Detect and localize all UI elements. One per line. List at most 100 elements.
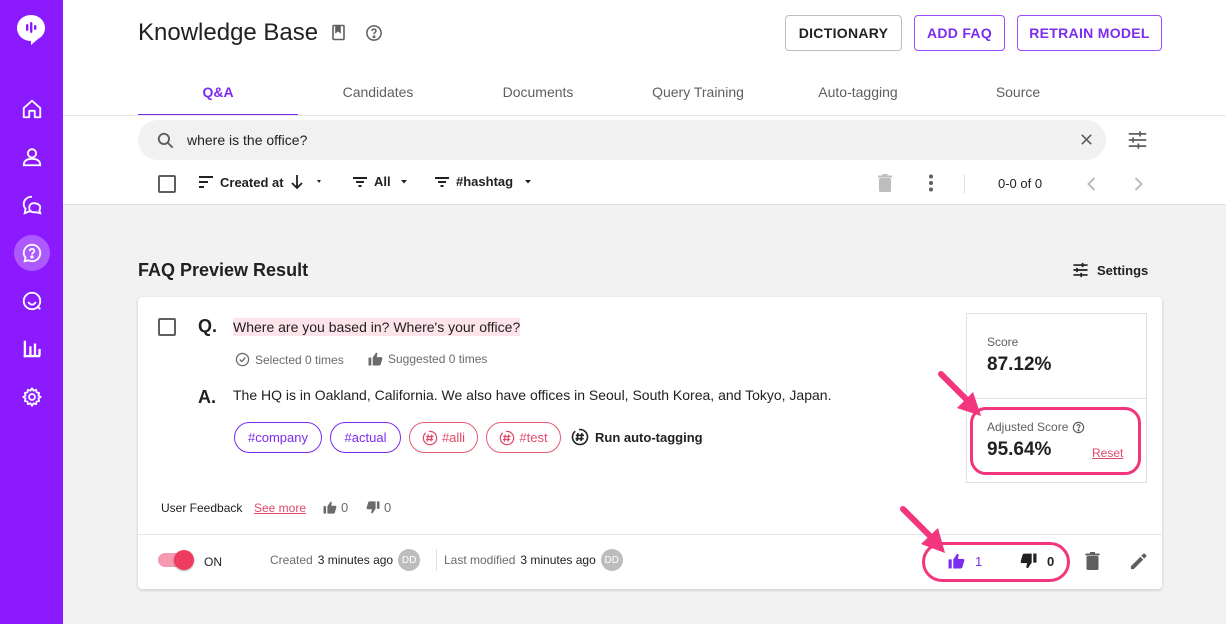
question-text[interactable]: Where are you based in? Where's your off… <box>233 318 521 336</box>
search-input[interactable]: where is the office? <box>187 132 307 148</box>
feedback-down-count: 0 <box>366 500 391 515</box>
annotation-arrow-score <box>938 371 981 416</box>
vote-up-count: 1 <box>975 553 983 569</box>
user-icon[interactable] <box>0 137 63 177</box>
thumb-down-icon <box>1020 553 1037 569</box>
avatar: DD <box>600 549 623 571</box>
filter-label: All <box>374 174 391 189</box>
modified-prefix: Last modified <box>444 553 516 567</box>
filter-icon <box>435 176 449 187</box>
active-toggle[interactable] <box>158 550 194 570</box>
sort-dropdown[interactable]: Created at <box>198 174 328 190</box>
faq-icon[interactable] <box>0 233 63 273</box>
filter-icon <box>353 176 367 187</box>
see-more-link[interactable]: See more <box>254 501 306 515</box>
question-label: Q. <box>198 316 218 336</box>
faq-checkbox[interactable] <box>158 318 176 336</box>
user-feedback-label: User Feedback <box>161 501 243 515</box>
score-label: Score <box>987 335 1019 349</box>
close-icon[interactable] <box>1079 132 1094 152</box>
answer-text[interactable]: The HQ is in Oakland, California. We als… <box>233 387 831 403</box>
selected-label: Selected 0 times <box>255 352 344 367</box>
tag-label: #alli <box>441 430 466 445</box>
vote-down-button[interactable]: 0 <box>1020 553 1054 569</box>
tune-icon[interactable] <box>1127 130 1148 155</box>
card-divider <box>138 534 1162 535</box>
settings-label: Settings <box>1097 262 1149 278</box>
thumb-down-icon <box>366 501 380 514</box>
caret-down-icon <box>400 179 407 183</box>
more-vert-icon[interactable] <box>929 174 933 197</box>
tab-auto-tagging[interactable]: Auto-tagging <box>778 72 938 116</box>
run-auto-tagging-label: Run auto-tagging <box>595 429 703 445</box>
feedback-up-value: 0 <box>341 500 349 515</box>
sidebar <box>0 0 63 624</box>
sort-label: Created at <box>220 174 284 190</box>
auto-tag-icon <box>422 430 438 445</box>
filter-dropdown[interactable]: All <box>352 174 411 189</box>
created-info: Created 3 minutes ago DD <box>270 549 421 571</box>
trash-icon[interactable] <box>1085 552 1100 576</box>
thumb-up-icon <box>323 501 337 514</box>
faq-card: Q. Where are you based in? Where's your … <box>138 297 1162 589</box>
modified-time: 3 minutes ago <box>520 553 596 567</box>
add-faq-button[interactable]: ADD FAQ <box>914 15 1005 51</box>
tab-candidates[interactable]: Candidates <box>298 72 458 116</box>
retrain-model-button[interactable]: RETRAIN MODEL <box>1017 15 1162 51</box>
suggested-label: Suggested 0 times <box>388 352 488 366</box>
tab-source[interactable]: Source <box>938 72 1098 116</box>
toolbar-divider <box>964 174 965 194</box>
tab-divider <box>63 115 1226 116</box>
tag-label: #company <box>248 430 308 445</box>
page-title: Knowledge Base <box>138 19 319 46</box>
tag-actual[interactable]: #actual <box>330 422 401 453</box>
hashtag-label: #hashtag <box>456 174 514 189</box>
section-title: FAQ Preview Result <box>138 260 309 280</box>
toggle-knob <box>174 550 194 570</box>
app-logo[interactable] <box>16 14 46 46</box>
chevron-right-icon[interactable] <box>1134 177 1143 196</box>
gear-icon[interactable] <box>0 377 63 417</box>
feedback-down-value: 0 <box>384 500 392 515</box>
run-auto-tagging-button[interactable]: Run auto-tagging <box>571 428 703 446</box>
tune-icon <box>1073 262 1088 278</box>
toggle-label: ON <box>204 555 222 569</box>
tab-query-training[interactable]: Query Training <box>618 72 778 116</box>
pagination-range: 0-0 of 0 <box>998 176 1043 191</box>
trash-icon[interactable] <box>878 174 892 198</box>
select-all-checkbox[interactable] <box>158 175 176 193</box>
book-icon[interactable] <box>331 24 347 47</box>
search-icon <box>156 131 175 155</box>
feedback-up-count: 0 <box>323 500 348 515</box>
hashtag-dropdown[interactable]: #hashtag <box>434 174 537 189</box>
selected-count: Selected 0 times <box>235 352 344 367</box>
avatar: DD <box>398 549 421 571</box>
arrow-down-icon <box>290 175 303 190</box>
dictionary-button[interactable]: DICTIONARY <box>785 15 902 51</box>
tag-company[interactable]: #company <box>234 422 322 453</box>
tag-test[interactable]: #test <box>486 422 561 453</box>
vote-down-count: 0 <box>1047 553 1055 569</box>
settings-button[interactable]: Settings <box>1072 262 1148 278</box>
tab-bar: Q&A Candidates Documents Query Training … <box>138 72 1098 116</box>
search-bar[interactable]: where is the office? <box>138 120 1106 160</box>
help-icon[interactable] <box>365 24 383 47</box>
caret-down-icon <box>525 179 532 183</box>
analytics-icon[interactable] <box>0 329 63 369</box>
adjusted-score-highlight <box>970 407 1141 475</box>
tab-documents[interactable]: Documents <box>458 72 618 116</box>
chat-icon[interactable] <box>0 185 63 225</box>
tab-qa[interactable]: Q&A <box>138 72 298 116</box>
edit-icon[interactable] <box>1129 552 1148 576</box>
created-time: 3 minutes ago <box>317 553 394 567</box>
check-circle-icon <box>235 352 250 367</box>
home-icon[interactable] <box>0 89 63 129</box>
tag-alli[interactable]: #alli <box>409 422 478 453</box>
chevron-left-icon[interactable] <box>1087 177 1096 196</box>
search-chat-icon[interactable] <box>0 281 63 321</box>
caret-down-icon <box>316 180 321 183</box>
auto-tag-icon <box>571 428 589 446</box>
annotation-arrow-votes <box>900 506 945 553</box>
thumb-up-icon <box>368 352 383 366</box>
suggested-count: Suggested 0 times <box>368 352 487 366</box>
